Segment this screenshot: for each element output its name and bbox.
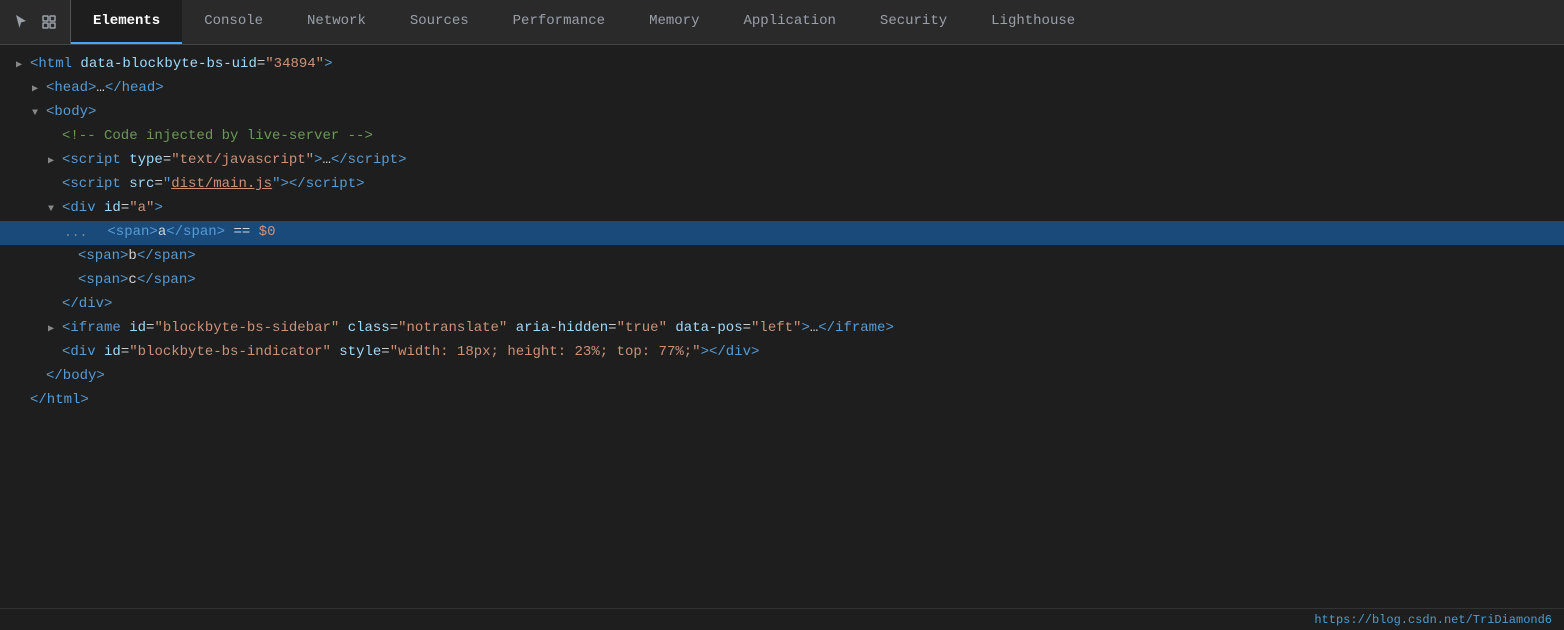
code-line[interactable]: <head>…</head> (0, 77, 1564, 101)
code-line[interactable]: </html> (0, 389, 1564, 413)
code-line[interactable]: </div> (0, 293, 1564, 317)
tab-elements[interactable]: Elements (71, 0, 182, 44)
code-line[interactable]: <script type="text/javascript">…</script… (0, 149, 1564, 173)
tab-sources[interactable]: Sources (388, 0, 491, 44)
code-text: <div id="a"> (62, 197, 163, 221)
ellipsis-indicator: ... (64, 222, 87, 244)
tab-security[interactable]: Security (858, 0, 969, 44)
code-text: <!-- Code injected by live-server --> (62, 125, 373, 149)
code-line[interactable]: <body> (0, 101, 1564, 125)
code-line[interactable]: </body> (0, 365, 1564, 389)
code-text: <span>b</span> (78, 245, 196, 269)
statusbar: https://blog.csdn.net/TriDiamond6 (0, 608, 1564, 630)
tab-performance[interactable]: Performance (491, 0, 627, 44)
code-text: <span>c</span> (78, 269, 196, 293)
code-line[interactable]: <span>c</span> (0, 269, 1564, 293)
code-line[interactable]: <script src="dist/main.js"></script> (0, 173, 1564, 197)
code-line[interactable]: <div id="a"> (0, 197, 1564, 221)
triangle-toggle[interactable] (32, 105, 46, 122)
code-text: </body> (46, 365, 105, 389)
tab-memory[interactable]: Memory (627, 0, 721, 44)
tab-application[interactable]: Application (722, 0, 858, 44)
code-line[interactable]: <html data-blockbyte-bs-uid="34894"> (0, 53, 1564, 77)
code-text: <iframe id="blockbyte-bs-sidebar" class=… (62, 317, 894, 341)
code-text: <script src="dist/main.js"></script> (62, 173, 365, 197)
code-line[interactable]: <!-- Code injected by live-server --> (0, 125, 1564, 149)
code-text: <html data-blockbyte-bs-uid="34894"> (30, 53, 332, 77)
code-line[interactable]: <div id="blockbyte-bs-indicator" style="… (0, 341, 1564, 365)
code-text: <body> (46, 101, 96, 125)
code-line[interactable]: <span>b</span> (0, 245, 1564, 269)
code-text: <span>a</span> == $0 (107, 221, 275, 245)
devtools-toolbar: Elements Console Network Sources Perform… (0, 0, 1564, 45)
inspect-icon[interactable] (38, 11, 60, 33)
toolbar-icons (0, 0, 71, 44)
tab-list: Elements Console Network Sources Perform… (71, 0, 1564, 44)
elements-panel: <html data-blockbyte-bs-uid="34894"><hea… (0, 45, 1564, 608)
code-text: </div> (62, 293, 112, 317)
tab-console[interactable]: Console (182, 0, 285, 44)
triangle-toggle[interactable] (16, 57, 30, 74)
code-text: <head>…</head> (46, 77, 164, 101)
code-line[interactable]: ... <span>a</span> == $0 (0, 221, 1564, 245)
code-line[interactable]: <iframe id="blockbyte-bs-sidebar" class=… (0, 317, 1564, 341)
triangle-toggle[interactable] (32, 81, 46, 98)
tab-lighthouse[interactable]: Lighthouse (969, 0, 1097, 44)
triangle-toggle[interactable] (48, 153, 62, 170)
cursor-icon[interactable] (10, 11, 32, 33)
statusbar-url: https://blog.csdn.net/TriDiamond6 (1314, 613, 1552, 627)
triangle-toggle[interactable] (48, 321, 62, 338)
code-text: <script type="text/javascript">…</script… (62, 149, 407, 173)
code-text: <div id="blockbyte-bs-indicator" style="… (62, 341, 759, 365)
triangle-toggle[interactable] (48, 201, 62, 218)
tab-network[interactable]: Network (285, 0, 388, 44)
code-text: </html> (30, 389, 89, 413)
